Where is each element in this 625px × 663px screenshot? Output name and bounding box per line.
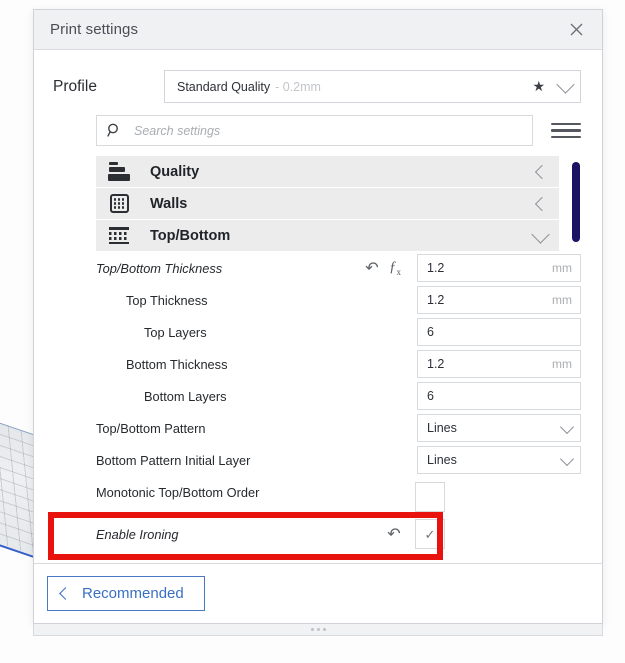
setting-value-input[interactable]: 1.2 mm xyxy=(417,350,581,378)
print-settings-dialog: Print settings Profile Standard Quality … xyxy=(33,9,603,624)
search-icon xyxy=(107,123,118,137)
category-label: Top/Bottom xyxy=(150,227,231,244)
chevron-down-icon[interactable] xyxy=(556,75,575,94)
category-label: Quality xyxy=(150,163,200,180)
chevron-left-icon xyxy=(59,587,72,600)
quality-icon xyxy=(102,161,136,183)
enable-ironing-checkbox[interactable]: ✓ xyxy=(415,519,445,549)
setting-value-input[interactable]: 1.2 mm xyxy=(417,286,581,314)
category-label: Walls xyxy=(150,195,188,212)
setting-dropdown[interactable]: Lines xyxy=(417,414,581,442)
value-text: Lines xyxy=(427,453,457,467)
profile-layer-height: - 0.2mm xyxy=(275,79,321,94)
revert-arrow-icon[interactable]: ↶ xyxy=(361,258,383,278)
profile-row: Profile Standard Quality - 0.2mm ★ xyxy=(34,50,602,115)
sidebar-item-quality[interactable]: Quality xyxy=(96,156,559,188)
value-text: 6 xyxy=(427,325,434,339)
settings-list: Quality Walls Top/Bottom Top/Bottom Thic… xyxy=(34,156,602,563)
setting-value-input[interactable]: 1.2 mm xyxy=(417,254,581,282)
setting-label: Enable Ironing xyxy=(96,526,179,542)
setting-label: Top Layers xyxy=(144,324,207,340)
sidebar-item-top-bottom[interactable]: Top/Bottom xyxy=(96,220,559,252)
close-icon[interactable] xyxy=(564,18,588,42)
dialog-title: Print settings xyxy=(50,21,139,38)
setting-label: Top/Bottom Pattern xyxy=(96,420,206,436)
setting-value-input[interactable]: 6 xyxy=(417,382,581,410)
chevron-left-icon[interactable] xyxy=(534,196,550,211)
setting-label: Top Thickness xyxy=(126,292,208,308)
profile-label: Profile xyxy=(53,77,97,95)
value-text: 1.2 xyxy=(427,261,445,275)
walls-icon xyxy=(102,193,136,215)
setting-dropdown[interactable]: Lines xyxy=(417,446,581,474)
checkmark-icon: ✓ xyxy=(424,526,436,542)
value-text: 1.2 xyxy=(427,357,445,371)
star-icon[interactable]: ★ xyxy=(532,78,545,95)
hamburger-menu-icon[interactable] xyxy=(551,122,581,139)
setting-row: Monotonic Top/Bottom Order xyxy=(96,476,581,512)
setting-row: Top/Bottom Thickness ↶ ƒx 1.2 mm xyxy=(96,252,581,284)
profile-name: Standard Quality xyxy=(177,79,271,94)
recommended-label: Recommended xyxy=(82,585,184,602)
setting-row: Bottom Pattern Initial Layer Lines xyxy=(96,444,581,476)
value-text: 1.2 xyxy=(427,293,445,307)
resize-grip[interactable] xyxy=(33,624,603,636)
setting-row: Top Layers 6 xyxy=(96,316,581,348)
setting-row: Bottom Thickness 1.2 mm xyxy=(96,348,581,380)
value-text: Lines xyxy=(427,421,457,435)
dialog-titlebar: Print settings xyxy=(34,10,602,50)
unit-label: mm xyxy=(552,293,572,307)
setting-label: Bottom Thickness xyxy=(126,356,228,372)
search-placeholder: Search settings xyxy=(134,123,221,138)
recommended-button[interactable]: Recommended xyxy=(47,576,205,611)
setting-label: Monotonic Top/Bottom Order xyxy=(96,484,260,500)
chevron-left-icon[interactable] xyxy=(534,164,550,179)
setting-value-input[interactable]: 6 xyxy=(417,318,581,346)
chevron-down-icon[interactable] xyxy=(531,224,550,244)
search-row: Search settings xyxy=(34,115,602,156)
setting-row: Enable Ironing ↶ ✓ xyxy=(96,518,581,550)
setting-row: Top/Bottom Pattern Lines xyxy=(96,412,581,444)
settings-scrollbar[interactable] xyxy=(571,160,581,563)
scrollbar-thumb[interactable] xyxy=(572,162,580,242)
sidebar-item-walls[interactable]: Walls xyxy=(96,188,559,220)
search-input[interactable]: Search settings xyxy=(96,115,533,146)
setting-row: Bottom Layers 6 xyxy=(96,380,581,412)
function-fx-icon[interactable]: ƒx xyxy=(383,259,407,277)
dialog-footer: Recommended xyxy=(34,563,602,623)
setting-label: Top/Bottom Thickness xyxy=(96,260,223,276)
setting-label: Bottom Pattern Initial Layer xyxy=(96,452,251,468)
setting-row: Top Thickness 1.2 mm xyxy=(96,284,581,316)
profile-select[interactable]: Standard Quality - 0.2mm ★ xyxy=(164,70,581,103)
revert-arrow-icon[interactable]: ↶ xyxy=(383,524,405,544)
value-text: 6 xyxy=(427,389,434,403)
setting-label: Bottom Layers xyxy=(144,388,227,404)
unit-label: mm xyxy=(552,357,572,371)
unit-label: mm xyxy=(552,261,572,275)
monotonic-order-checkbox[interactable] xyxy=(415,482,445,512)
top-bottom-icon xyxy=(102,225,136,247)
